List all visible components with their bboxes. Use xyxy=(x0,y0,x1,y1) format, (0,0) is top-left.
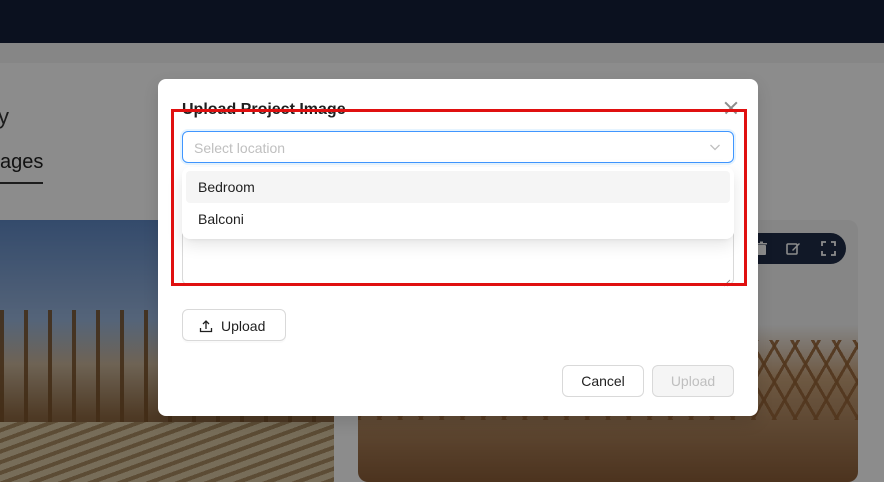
modal-title: Upload Project Image xyxy=(182,101,346,118)
cancel-button[interactable]: Cancel xyxy=(562,365,644,397)
location-dropdown-menu: Bedroom Balconi xyxy=(182,167,734,239)
chevron-down-icon xyxy=(709,140,721,152)
submit-upload-button[interactable]: Upload xyxy=(652,365,734,397)
location-select[interactable]: Select location xyxy=(182,131,734,163)
resize-handle-icon[interactable] xyxy=(723,274,731,287)
location-option-bedroom[interactable]: Bedroom xyxy=(186,171,730,203)
upload-icon xyxy=(199,319,213,333)
upload-button-label: Upload xyxy=(221,318,266,334)
location-select-placeholder: Select location xyxy=(194,140,286,156)
upload-image-modal: Upload Project Image Select location Bed… xyxy=(158,79,758,416)
location-option-balconi[interactable]: Balconi xyxy=(186,203,730,235)
select-file-upload-button[interactable]: Upload xyxy=(182,309,286,341)
close-icon[interactable] xyxy=(720,97,742,119)
